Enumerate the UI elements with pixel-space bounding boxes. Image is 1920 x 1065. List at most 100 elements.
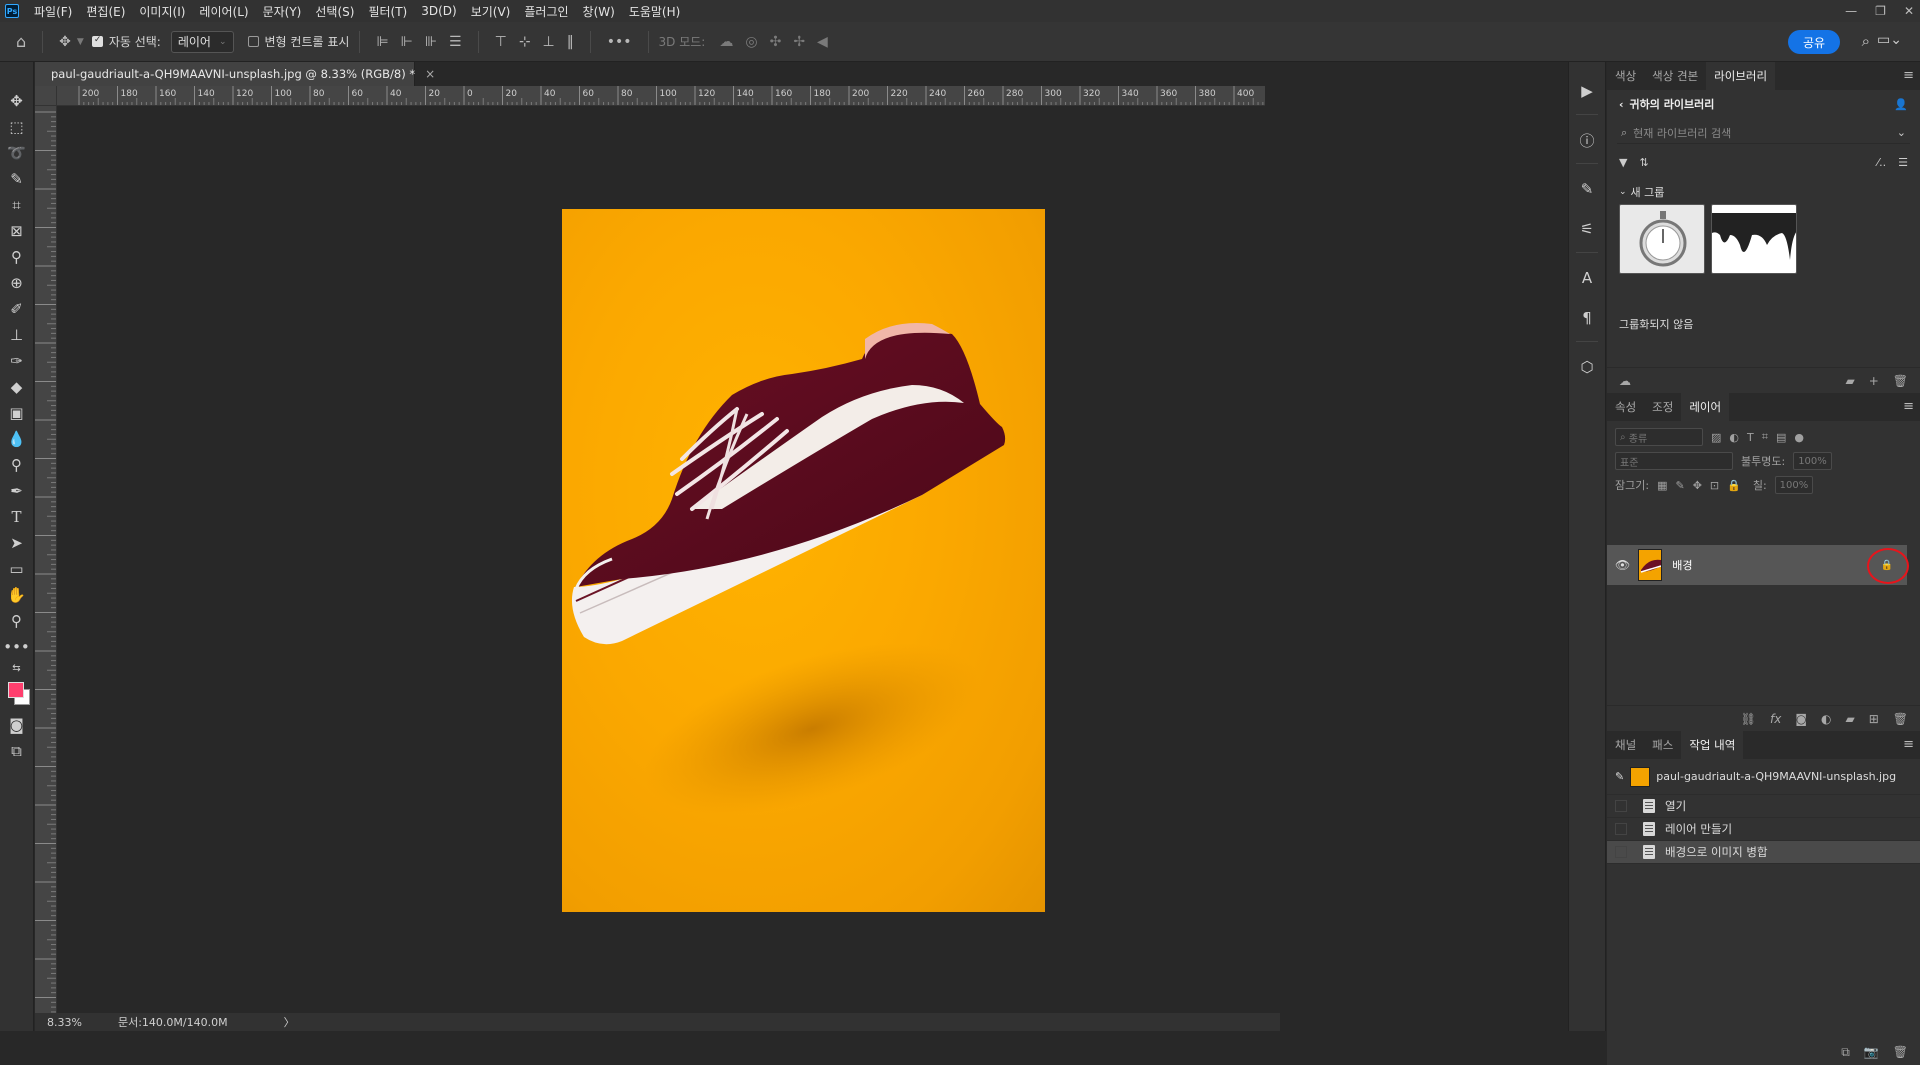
move-tool-preset-icon[interactable]: ✥	[59, 34, 71, 50]
zoom-level[interactable]: 8.33%	[47, 1016, 82, 1029]
paragraph-icon[interactable]: ¶	[1574, 305, 1600, 331]
new-layer-icon[interactable]: ⊞	[1869, 712, 1879, 726]
type-tool-icon[interactable]: T	[4, 504, 30, 530]
history-snapshot[interactable]: ✎ paul-gaudriault-a-QH9MAAVNI-unsplash.j…	[1607, 759, 1920, 795]
quick-mask-icon[interactable]: ◙	[4, 712, 30, 738]
search-icon[interactable]: ⌕	[1862, 32, 1870, 50]
menu-3d[interactable]: 3D(D)	[414, 4, 463, 18]
foreground-color-swatch[interactable]	[7, 682, 24, 698]
lock-all-icon[interactable]: 🔒	[1727, 479, 1741, 492]
list-view-icon[interactable]: ☰	[1898, 156, 1908, 169]
minimize-icon[interactable]: —	[1845, 4, 1857, 18]
lock-position-icon[interactable]: ✥	[1693, 479, 1702, 492]
menu-help[interactable]: 도움말(H)	[622, 3, 688, 20]
menu-plugins[interactable]: 플러그인	[517, 3, 575, 20]
info-icon[interactable]: ⓘ	[1574, 127, 1600, 153]
drip-asset-thumbnail[interactable]	[1711, 204, 1797, 274]
status-menu-arrow-icon[interactable]: 〉	[284, 1014, 295, 1030]
close-window-icon[interactable]: ✕	[1904, 4, 1914, 18]
healing-brush-tool-icon[interactable]: ⊕	[4, 270, 30, 296]
cloud-icon[interactable]: ☁	[1619, 374, 1631, 388]
add-icon[interactable]: +	[1869, 374, 1879, 388]
actions-play-icon[interactable]: ▶	[1574, 78, 1600, 104]
history-step-selected[interactable]: 배경으로 이미지 병합	[1607, 841, 1920, 864]
adjustment-layer-icon[interactable]: ◐	[1821, 712, 1831, 726]
panel-menu-icon[interactable]: ≡	[1903, 68, 1914, 83]
history-source-checkbox[interactable]	[1615, 800, 1627, 812]
blend-mode-dropdown[interactable]: 표준	[1615, 452, 1733, 470]
filter-adjust-icon[interactable]: ◐	[1729, 431, 1739, 444]
edit-toolbar-icon[interactable]: •••	[3, 634, 30, 660]
menu-layer[interactable]: 레이어(L)	[192, 3, 255, 20]
history-step[interactable]: 레이어 만들기	[1607, 818, 1920, 841]
history-source-checkbox[interactable]	[1615, 823, 1627, 835]
filter-icon[interactable]: ▼	[1619, 156, 1627, 169]
transform-controls-checkbox[interactable]	[247, 36, 259, 47]
3d-orbit-icon[interactable]: ☁	[719, 34, 733, 50]
vertical-ruler[interactable]	[35, 106, 57, 1017]
horizontal-ruler[interactable]: 200 180 160 140 120 100 80 60 40 20 0 20 40 60 80 100 12…	[57, 86, 1265, 106]
eraser-tool-icon[interactable]: ◆	[4, 374, 30, 400]
menu-filter[interactable]: 필터(T)	[361, 3, 414, 20]
new-group-icon[interactable]: ▰	[1845, 712, 1854, 726]
quick-select-tool-icon[interactable]: ✎	[4, 166, 30, 192]
filter-pixel-icon[interactable]: ▨	[1711, 431, 1721, 444]
tab-adjustments[interactable]: 조정	[1644, 393, 1681, 421]
swap-colors-icon[interactable]: ⇆	[4, 660, 30, 676]
menu-file[interactable]: 파일(F)	[27, 3, 79, 20]
stopwatch-asset-thumbnail[interactable]	[1619, 204, 1705, 274]
trash-icon[interactable]: 🗑	[1893, 374, 1908, 388]
dodge-tool-icon[interactable]: ⚲	[4, 452, 30, 478]
tab-paths[interactable]: 패스	[1644, 731, 1681, 759]
3d-cube-icon[interactable]: ⬡	[1574, 354, 1600, 380]
snapshot-camera-icon[interactable]: 📷	[1864, 1045, 1879, 1059]
layer-filter-kind-dropdown[interactable]: ⌕ 종류	[1615, 428, 1703, 446]
character-icon[interactable]: A	[1574, 265, 1600, 291]
panel-menu-icon[interactable]: ≡	[1903, 737, 1914, 752]
menu-type[interactable]: 문자(Y)	[256, 3, 309, 20]
path-select-tool-icon[interactable]: ➤	[4, 530, 30, 556]
home-icon[interactable]: ⌂	[16, 32, 26, 51]
link-layers-icon[interactable]: ⛓	[1741, 712, 1756, 726]
align-left-icon[interactable]: ⊫	[376, 34, 388, 50]
layer-row[interactable]: 👁 배경 🔒	[1607, 545, 1909, 585]
chevron-down-icon[interactable]: ▼	[77, 37, 84, 47]
eyedropper-tool-icon[interactable]: ⚲	[4, 244, 30, 270]
history-brush-source-icon[interactable]: ✎	[1615, 770, 1624, 783]
new-folder-icon[interactable]: ▰	[1845, 374, 1854, 388]
align-top-icon[interactable]: ⊤	[495, 34, 507, 50]
brush-tool-icon[interactable]: ✐	[4, 296, 30, 322]
menu-view[interactable]: 보기(V)	[464, 3, 518, 20]
workspace-icon[interactable]: ▭⌄	[1877, 32, 1902, 48]
align-middle-icon[interactable]: ⊹	[519, 34, 531, 50]
clone-stamp-tool-icon[interactable]: ⊥	[4, 322, 30, 348]
auto-select-target-dropdown[interactable]: 레이어 ⌄	[170, 30, 234, 53]
filter-smart-icon[interactable]: ▤	[1776, 431, 1786, 444]
lock-artboard-icon[interactable]: ⊡	[1710, 479, 1719, 492]
document-tab[interactable]: paul-gaudriault-a-QH9MAAVNI-unsplash.jpg…	[35, 62, 435, 86]
more-options-icon[interactable]: •••	[607, 34, 632, 50]
ungrouped-label[interactable]: 그룹화되지 않음	[1619, 316, 1693, 332]
crop-tool-icon[interactable]: ⌗	[4, 192, 30, 218]
fill-field[interactable]: 100%	[1774, 476, 1814, 494]
filter-toggle-icon[interactable]: ●	[1794, 431, 1804, 444]
tab-channels[interactable]: 채널	[1607, 731, 1644, 759]
marquee-tool-icon[interactable]: ⬚	[4, 114, 30, 140]
screen-mode-icon[interactable]: ⧉	[4, 738, 30, 764]
history-step[interactable]: 열기	[1607, 795, 1920, 818]
pen-tool-icon[interactable]: ✒	[4, 478, 30, 504]
new-document-from-state-icon[interactable]: ⧉	[1841, 1045, 1850, 1060]
blur-tool-icon[interactable]: 💧	[4, 426, 30, 452]
lock-transparent-icon[interactable]: ▦	[1657, 479, 1667, 492]
move-tool-icon[interactable]: ✥	[4, 88, 30, 114]
frame-tool-icon[interactable]: ⊠	[4, 218, 30, 244]
3d-pan-icon[interactable]: ✣	[770, 34, 782, 50]
tab-layers[interactable]: 레이어	[1681, 393, 1730, 421]
3d-roll-icon[interactable]: ◎	[745, 34, 757, 50]
delete-state-icon[interactable]: 🗑	[1893, 1045, 1908, 1059]
menu-image[interactable]: 이미지(I)	[132, 3, 192, 20]
menu-edit[interactable]: 편집(E)	[79, 3, 132, 20]
3d-camera-icon[interactable]: ◀	[817, 34, 828, 50]
group-collapse-icon[interactable]: ⌄	[1619, 187, 1627, 197]
lasso-tool-icon[interactable]: ➰	[4, 140, 30, 166]
